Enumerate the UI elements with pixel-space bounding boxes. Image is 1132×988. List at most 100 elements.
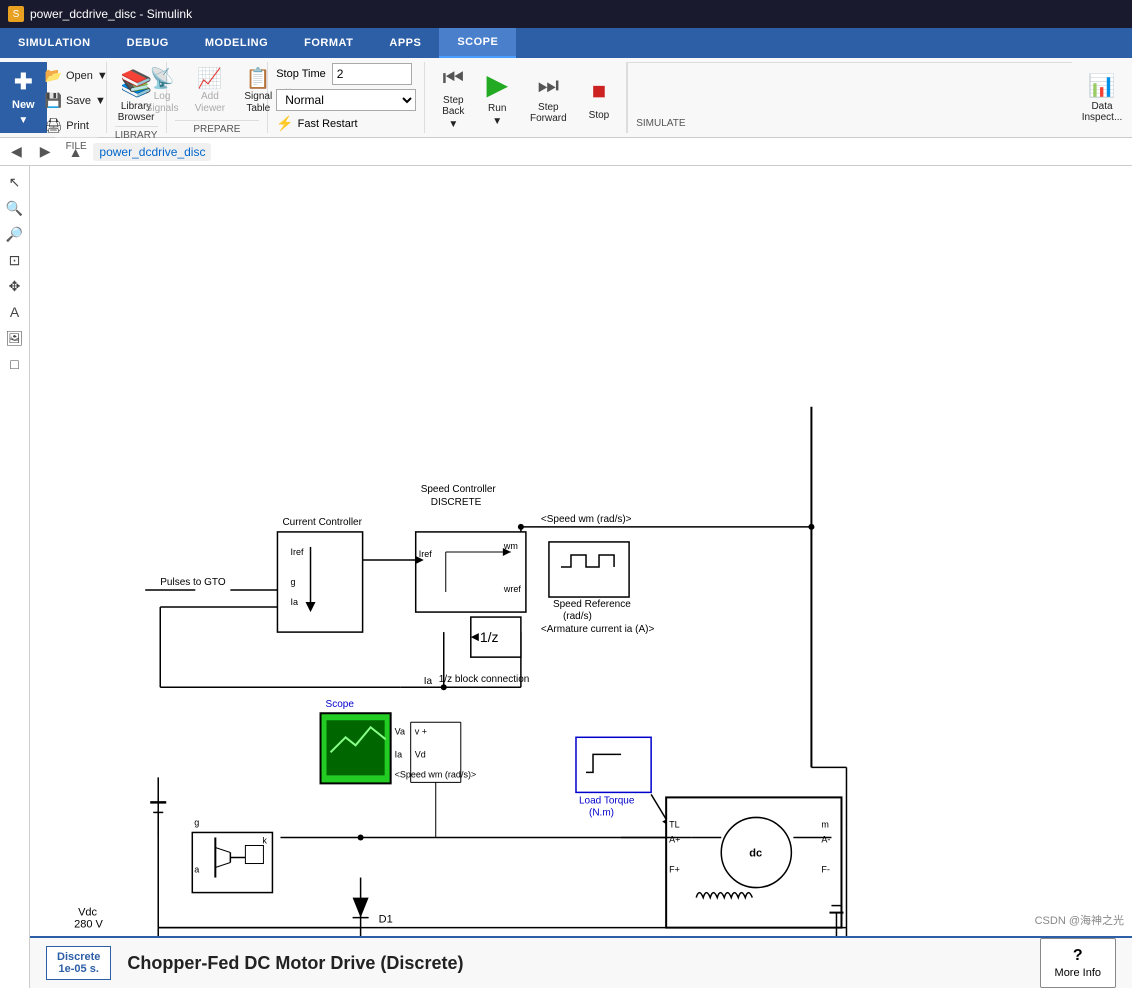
step-forward-icon: ⏭ [538, 72, 560, 100]
svg-text:v +: v + [415, 726, 427, 736]
log-signals-label: Log Signals [146, 91, 179, 115]
box-tool[interactable]: □ [3, 352, 27, 376]
svg-text:Iref: Iref [419, 549, 433, 559]
svg-text:Vdc: Vdc [78, 907, 97, 919]
zoom-in-tool[interactable]: 🔍 [3, 196, 27, 220]
fit-tool[interactable]: ⊡ [3, 248, 27, 272]
nav-up-button[interactable]: ▲ [62, 141, 90, 163]
text-tool[interactable]: A [3, 300, 27, 324]
svg-text:Current Controller: Current Controller [282, 517, 362, 528]
more-info-icon: ? [1073, 947, 1083, 965]
print-label: Print [66, 120, 89, 132]
bottom-bar: Discrete 1e-05 s. Chopper-Fed DC Motor D… [30, 936, 1132, 988]
svg-text:Speed Reference: Speed Reference [553, 599, 631, 610]
save-button[interactable]: 💾 Save ▼ [38, 89, 115, 112]
svg-text:k: k [262, 835, 267, 845]
svg-text:<Speed wm (rad/s)>: <Speed wm (rad/s)> [541, 514, 632, 525]
tab-simulation[interactable]: SIMULATION [0, 28, 109, 58]
add-viewer-button[interactable]: 📈 Add Viewer [188, 64, 231, 120]
open-label: Open [66, 70, 93, 82]
svg-text:Vd: Vd [415, 749, 426, 759]
stop-icon: ⏹ [592, 75, 606, 108]
run-button[interactable]: ▶ Run ▼ [477, 67, 517, 129]
mode-row: Normal Accelerator Rapid Accelerator [276, 89, 416, 111]
add-viewer-icon: 📈 [197, 69, 222, 89]
svg-text:F-: F- [821, 865, 830, 875]
svg-text:Load Torque: Load Torque [579, 795, 635, 806]
step-forward-button[interactable]: ⏭ Step Forward [521, 67, 576, 129]
data-inspector-icon: 📊 [1088, 73, 1115, 99]
stop-label: Stop [589, 110, 610, 121]
mode-dropdown[interactable]: Normal Accelerator Rapid Accelerator [276, 89, 416, 111]
navbar: ◀ ▶ ▲ power_dcdrive_disc [0, 138, 1132, 166]
prepare-group-label: PREPARE [175, 120, 260, 135]
step-forward-label: Step Forward [530, 102, 567, 124]
svg-text:m: m [821, 819, 829, 829]
tab-scope[interactable]: SCOPE [439, 28, 516, 58]
main-area: ↖ 🔍 🔎 ⊡ ✥ A 🖼 □ <Speed wm (rad/s)> [0, 166, 1132, 988]
fast-restart-icon: ⚡ [276, 115, 293, 132]
open-icon: 📂 [45, 67, 62, 84]
svg-text:<Speed wm (rad/s)>: <Speed wm (rad/s)> [395, 769, 477, 779]
stop-button[interactable]: ⏹ Stop [580, 67, 619, 129]
select-tool[interactable]: ↖ [3, 170, 27, 194]
print-button[interactable]: 🖨 Print [38, 114, 115, 137]
breadcrumb[interactable]: power_dcdrive_disc [93, 143, 211, 161]
simulate-buttons: ⏮ Step Back ▼ ▶ Run ▼ ⏭ Step Forward ⏹ S… [425, 62, 627, 133]
tab-format[interactable]: FORMAT [286, 28, 371, 58]
signal-table-icon: 📋 [246, 69, 271, 89]
svg-text:D1: D1 [379, 914, 393, 926]
simulate-group-label: SIMULATE [627, 62, 1072, 133]
svg-text:Ia: Ia [424, 676, 433, 687]
add-viewer-label: Add Viewer [195, 91, 225, 115]
svg-text:Pulses to GTO: Pulses to GTO [160, 577, 226, 588]
watermark: CSDN @海神之光 [1035, 912, 1124, 928]
file-group-content: 📂 Open ▼ 💾 Save ▼ 🖨 Print [38, 64, 115, 137]
app-icon: S [8, 6, 24, 22]
stop-time-input[interactable] [332, 63, 412, 85]
open-button[interactable]: 📂 Open ▼ [38, 64, 115, 87]
image-tool[interactable]: 🖼 [3, 326, 27, 350]
step-back-icon: ⏮ [443, 65, 465, 93]
svg-text:Ia: Ia [395, 749, 403, 759]
svg-text:A+: A+ [669, 834, 680, 844]
diagram-svg: <Speed wm (rad/s)> Ia 1/z block connecti… [30, 166, 1132, 988]
save-dropdown: ▼ [95, 95, 106, 107]
discrete-badge: Discrete 1e-05 s. [46, 946, 111, 980]
log-signals-button[interactable]: 📡 Log Signals [140, 64, 184, 120]
more-info-label: More Info [1055, 967, 1101, 979]
svg-text:280 V: 280 V [74, 919, 103, 931]
svg-text:g: g [194, 817, 199, 827]
zoom-out-tool[interactable]: 🔎 [3, 222, 27, 246]
run-label: Run [488, 103, 506, 114]
save-icon: 💾 [45, 92, 62, 109]
svg-text:wref: wref [503, 584, 522, 594]
more-info-button[interactable]: ? More Info [1040, 938, 1116, 988]
canvas-area[interactable]: <Speed wm (rad/s)> Ia 1/z block connecti… [30, 166, 1132, 988]
svg-text:1/z block connection: 1/z block connection [439, 674, 530, 685]
nav-back-button[interactable]: ◀ [4, 140, 29, 163]
svg-text:DISCRETE: DISCRETE [431, 497, 482, 508]
stop-time-area: Stop Time Normal Accelerator Rapid Accel… [268, 62, 425, 133]
data-inspector-group: 📊 Data Inspect... [1072, 62, 1132, 133]
nav-forward-button[interactable]: ▶ [33, 140, 58, 163]
stop-time-row: Stop Time [276, 63, 416, 85]
run-dropdown: ▼ [492, 116, 502, 127]
new-dropdown-icon: ▼ [18, 115, 28, 126]
fast-restart-row: ⚡ Fast Restart [276, 115, 416, 132]
library-group-label: LIBRARY [115, 126, 158, 141]
pan-tool[interactable]: ✥ [3, 274, 27, 298]
ribbon: ✚ New ▼ 📂 Open ▼ 💾 Save ▼ 🖨 Print [0, 58, 1132, 138]
step-back-button[interactable]: ⏮ Step Back ▼ [433, 67, 473, 129]
svg-text:Ia: Ia [290, 597, 298, 607]
svg-text:TL: TL [669, 819, 680, 829]
discrete-badge-line2: 1e-05 s. [57, 963, 100, 975]
data-inspector-button[interactable]: 📊 Data Inspect... [1073, 67, 1132, 129]
tab-apps[interactable]: APPS [371, 28, 439, 58]
svg-text:(rad/s): (rad/s) [563, 611, 592, 622]
titlebar: S power_dcdrive_disc - Simulink [0, 0, 1132, 28]
ribbon-tabs: SIMULATION DEBUG MODELING FORMAT APPS SC… [0, 28, 1132, 58]
tab-debug[interactable]: DEBUG [109, 28, 187, 58]
stop-time-label: Stop Time [276, 68, 326, 80]
tab-modeling[interactable]: MODELING [187, 28, 286, 58]
